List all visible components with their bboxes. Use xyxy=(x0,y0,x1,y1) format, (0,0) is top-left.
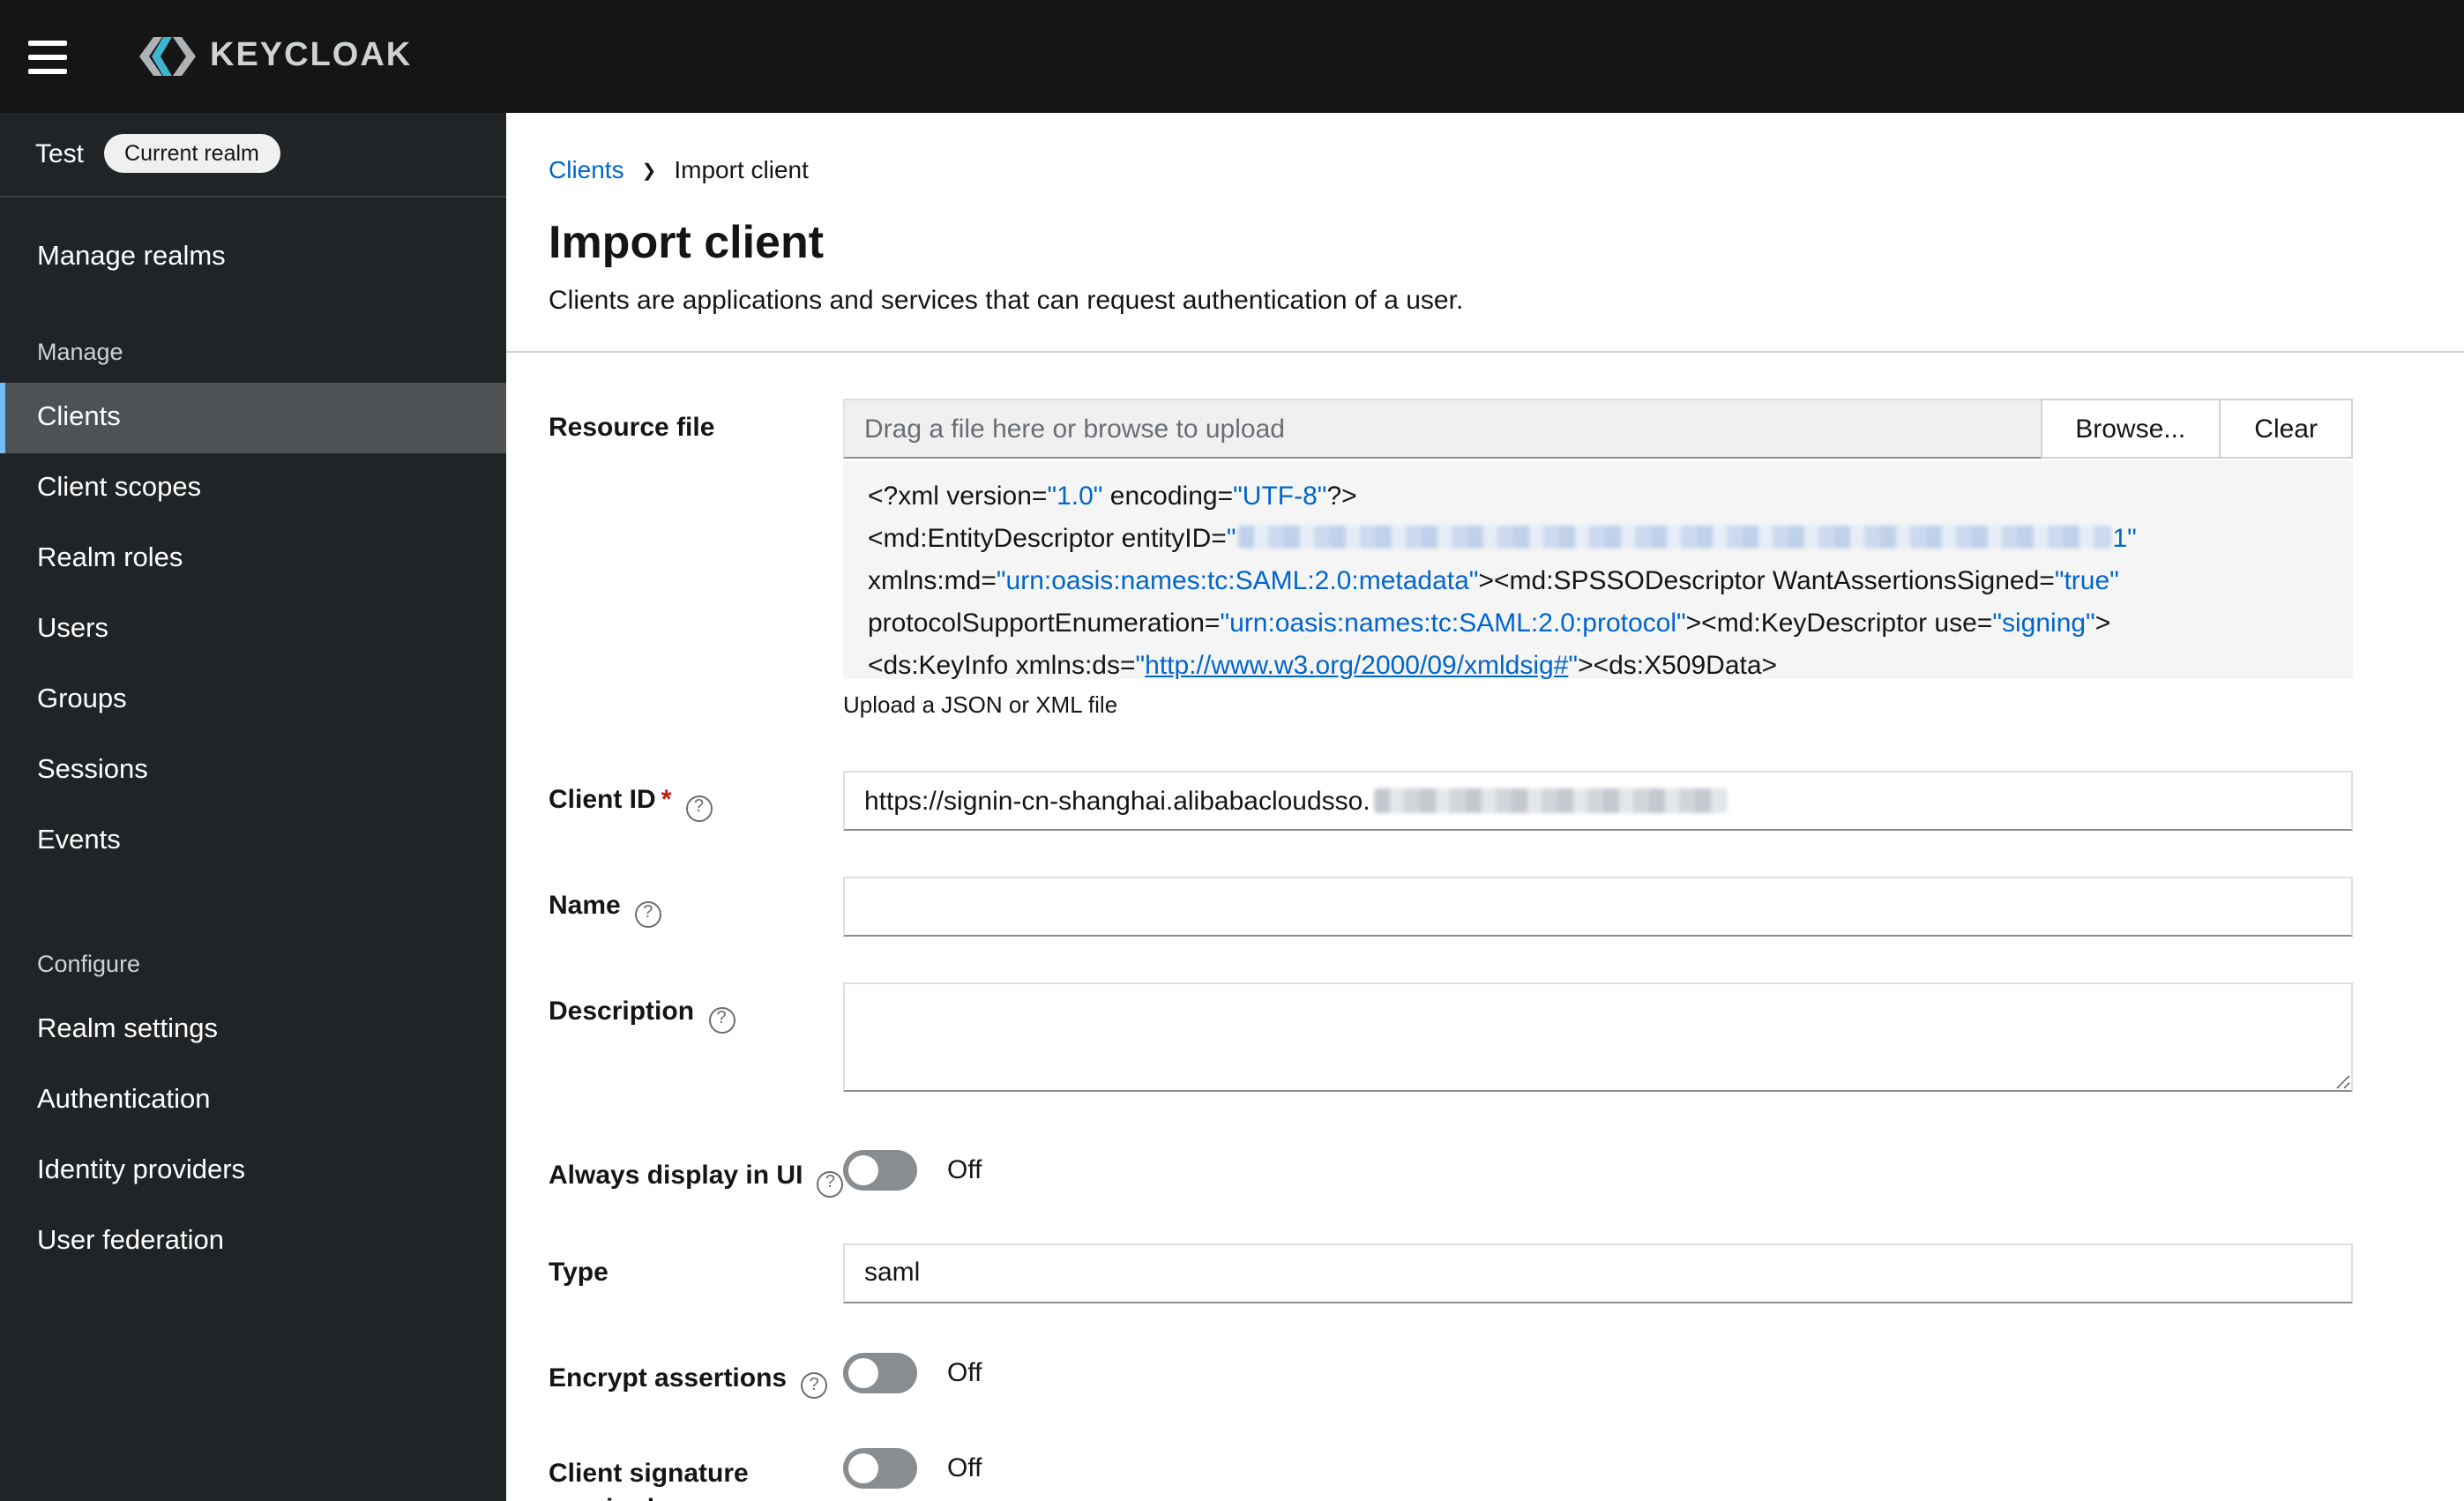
client-id-input[interactable]: https://signin-cn-shanghai.alibabaclouds… xyxy=(843,771,2353,831)
always-display-toggle[interactable] xyxy=(843,1150,917,1191)
keycloak-logo-text: KEYCLOAK xyxy=(210,37,413,74)
always-display-label-cell: Always display in UI? xyxy=(549,1146,844,1197)
client-signature-label-cell: Client signature required? xyxy=(549,1445,843,1501)
client-signature-state: Off xyxy=(947,1453,982,1483)
always-display-label: Always display in UI xyxy=(549,1161,803,1191)
page-header: Clients ❯ Import client Import client Cl… xyxy=(506,113,2464,353)
hamburger-bar xyxy=(28,68,67,73)
main-content: Clients ❯ Import client Import client Cl… xyxy=(506,113,2464,1501)
name-row: Name? xyxy=(549,877,2353,937)
sidebar-nav: Manage realms Manage Clients Client scop… xyxy=(0,198,506,1277)
page-title: Import client xyxy=(549,215,825,268)
nav-group-configure: Configure xyxy=(37,951,141,977)
realm-name: Test xyxy=(35,138,85,168)
realm-selector[interactable]: Test Current realm xyxy=(0,113,506,198)
clear-button[interactable]: Clear xyxy=(2219,399,2353,459)
breadcrumb-current: Import client xyxy=(674,155,809,183)
description-label-cell: Description? xyxy=(549,982,843,1101)
sidebar-item-manage-realms[interactable]: Manage realms xyxy=(0,222,506,293)
client-signature-row: Client signature required? Off xyxy=(549,1445,2353,1501)
current-realm-badge: Current realm xyxy=(103,134,280,173)
type-row: Type xyxy=(549,1243,2353,1303)
sidebar-item-realm-settings[interactable]: Realm settings xyxy=(0,995,506,1065)
sidebar-item-clients[interactable]: Clients xyxy=(0,383,506,453)
client-id-label-cell: Client ID *? xyxy=(549,771,843,831)
breadcrumb-separator-icon: ❯ xyxy=(641,161,657,181)
browse-button[interactable]: Browse... xyxy=(2040,399,2221,459)
description-row: Description? xyxy=(549,982,2353,1101)
always-display-row: Always display in UI? Off xyxy=(549,1146,2353,1197)
type-input[interactable] xyxy=(843,1243,2353,1303)
client-id-help-icon[interactable]: ? xyxy=(685,795,713,821)
sidebar-item-authentication[interactable]: Authentication xyxy=(0,1065,506,1136)
toggle-knob xyxy=(848,1357,878,1387)
encrypt-assertions-toggle[interactable] xyxy=(843,1352,917,1393)
resource-file-input[interactable] xyxy=(843,399,2042,459)
hamburger-bar xyxy=(28,40,67,45)
breadcrumb: Clients ❯ Import client xyxy=(549,155,2422,183)
sidebar-item-users[interactable]: Users xyxy=(0,594,506,665)
breadcrumb-clients-link[interactable]: Clients xyxy=(549,155,624,183)
keycloak-logo[interactable]: KEYCLOAK xyxy=(138,35,412,78)
name-label: Name xyxy=(549,891,621,921)
description-help-icon[interactable]: ? xyxy=(708,1006,735,1033)
encrypt-assertions-label-cell: Encrypt assertions? xyxy=(549,1348,843,1399)
hamburger-menu-button[interactable] xyxy=(28,21,99,92)
sidebar-item-identity-providers[interactable]: Identity providers xyxy=(0,1136,506,1206)
sidebar-item-client-scopes[interactable]: Client scopes xyxy=(0,453,506,524)
always-display-state: Off xyxy=(947,1155,982,1185)
name-input[interactable] xyxy=(843,877,2353,937)
sidebar-item-groups[interactable]: Groups xyxy=(0,665,506,736)
description-label: Description xyxy=(549,997,695,1027)
toggle-knob xyxy=(848,1155,878,1185)
resource-file-xml-preview[interactable]: <?xml version="1.0" encoding="UTF-8"?> <m… xyxy=(843,460,2353,679)
type-label: Type xyxy=(549,1257,609,1287)
masthead: KEYCLOAK xyxy=(0,0,2464,113)
resource-file-label: Resource file xyxy=(549,413,715,443)
client-id-label: Client ID xyxy=(549,785,656,815)
client-id-row: Client ID *? https://signin-cn-shanghai.a… xyxy=(549,771,2353,831)
client-id-redacted-text xyxy=(1373,788,1727,813)
type-label-cell: Type xyxy=(549,1243,843,1303)
sidebar-item-sessions[interactable]: Sessions xyxy=(0,736,506,806)
resource-file-row: Resource file Browse... Clear <?xml vers… xyxy=(549,399,2353,718)
client-signature-label: Client signature required xyxy=(549,1459,749,1501)
required-asterisk: * xyxy=(661,785,672,815)
nav-group-manage: Manage xyxy=(37,339,123,365)
client-signature-toggle[interactable] xyxy=(843,1448,917,1489)
always-display-help-icon[interactable]: ? xyxy=(817,1170,844,1197)
page-subtitle: Clients are applications and services th… xyxy=(549,286,1464,316)
resource-file-label-cell: Resource file xyxy=(549,399,843,718)
encrypt-assertions-state: Off xyxy=(947,1357,982,1387)
xml-redacted-text xyxy=(1237,526,2111,549)
client-id-value: https://signin-cn-shanghai.alibabaclouds… xyxy=(864,786,1370,816)
sidebar: Test Current realm Manage realms Manage … xyxy=(0,113,506,1501)
encrypt-assertions-label: Encrypt assertions xyxy=(549,1363,788,1393)
keycloak-logo-icon xyxy=(139,37,196,76)
resource-file-helper-text: Upload a JSON or XML file xyxy=(843,691,1118,718)
encrypt-assertions-row: Encrypt assertions? Off xyxy=(549,1348,2353,1399)
toggle-knob xyxy=(848,1453,878,1483)
sidebar-item-realm-roles[interactable]: Realm roles xyxy=(0,524,506,594)
sidebar-item-events[interactable]: Events xyxy=(0,806,506,877)
description-textarea[interactable] xyxy=(843,982,2353,1092)
import-client-form: Resource file Browse... Clear <?xml vers… xyxy=(506,353,2464,1501)
keycloak-admin-console: KEYCLOAK Test Current realm Manage realm… xyxy=(0,0,2464,1501)
hamburger-bar xyxy=(28,54,67,59)
encrypt-assertions-help-icon[interactable]: ? xyxy=(801,1372,828,1399)
name-label-cell: Name? xyxy=(549,877,843,937)
resource-file-upload-group: Browse... Clear xyxy=(843,399,2353,459)
name-help-icon[interactable]: ? xyxy=(634,900,661,927)
sidebar-item-user-federation[interactable]: User federation xyxy=(0,1206,506,1277)
